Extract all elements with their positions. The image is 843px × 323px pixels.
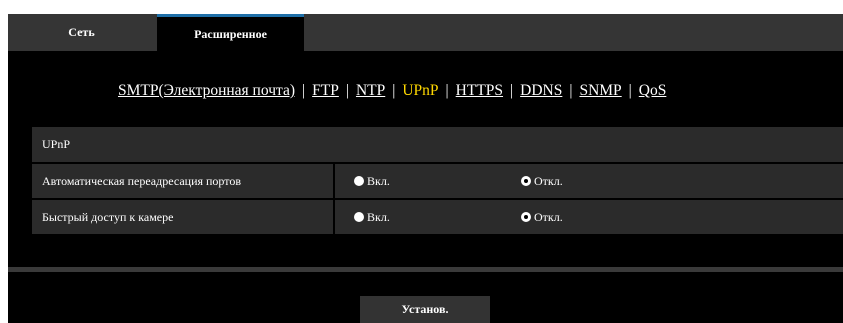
tab-network[interactable]: Сеть <box>8 14 155 51</box>
subnav-separator: | <box>345 82 349 99</box>
radio-unselected-icon <box>354 176 364 186</box>
subnav-separator: | <box>569 82 573 99</box>
column-divider <box>333 164 335 198</box>
radio-camera-quick-access-on[interactable]: Вкл. <box>354 200 390 234</box>
radio-label: Вкл. <box>367 173 390 188</box>
section-header: UPnP <box>32 127 843 162</box>
subnav-separator: | <box>628 82 632 99</box>
radio-selected-icon <box>521 176 531 186</box>
radio-selected-icon <box>521 212 531 222</box>
tab-bar: Сеть Расширенное <box>8 14 843 51</box>
subnav-separator: | <box>510 82 514 99</box>
subnav-separator: | <box>392 82 396 99</box>
subnav-link-upnp[interactable]: UPnP <box>402 82 438 99</box>
subnav-separator: | <box>302 82 306 99</box>
column-divider <box>333 200 335 234</box>
radio-unselected-icon <box>354 212 364 222</box>
radio-port-forwarding-on[interactable]: Вкл. <box>354 164 390 198</box>
section-title: UPnP <box>42 137 71 151</box>
subnav-link-ftp[interactable]: FTP <box>312 82 339 99</box>
upnp-panel: UPnP Автоматическая переадресация портов… <box>32 127 843 237</box>
subnav-link-ntp[interactable]: NTP <box>356 82 385 99</box>
tab-advanced[interactable]: Расширенное <box>157 14 304 51</box>
subnav-separator: | <box>445 82 449 99</box>
setting-row-port-forwarding: Автоматическая переадресация портов Вкл.… <box>32 164 843 198</box>
radio-label: Откл. <box>534 209 563 224</box>
setting-row-camera-quick-access: Быстрый доступ к камере Вкл. Откл. <box>32 200 843 234</box>
subnav-link-snmp[interactable]: SNMP <box>579 82 621 99</box>
setting-label: Автоматическая переадресация портов <box>42 174 242 188</box>
subnav-link-https[interactable]: HTTPS <box>456 82 503 99</box>
radio-camera-quick-access-off[interactable]: Откл. <box>521 200 563 234</box>
radio-label: Откл. <box>534 173 563 188</box>
subnav-link-ddns[interactable]: DDNS <box>520 82 562 99</box>
subnav-link-qos[interactable]: QoS <box>639 82 667 99</box>
subnav-link-smtp[interactable]: SMTP(Электронная почта) <box>118 82 295 99</box>
set-button[interactable]: Установ. <box>360 296 490 323</box>
settings-frame: Сеть Расширенное SMTP(Электронная почта)… <box>8 14 843 323</box>
radio-label: Вкл. <box>367 209 390 224</box>
section-divider <box>8 267 843 272</box>
setting-label: Быстрый доступ к камере <box>42 210 174 224</box>
radio-port-forwarding-off[interactable]: Откл. <box>521 164 563 198</box>
